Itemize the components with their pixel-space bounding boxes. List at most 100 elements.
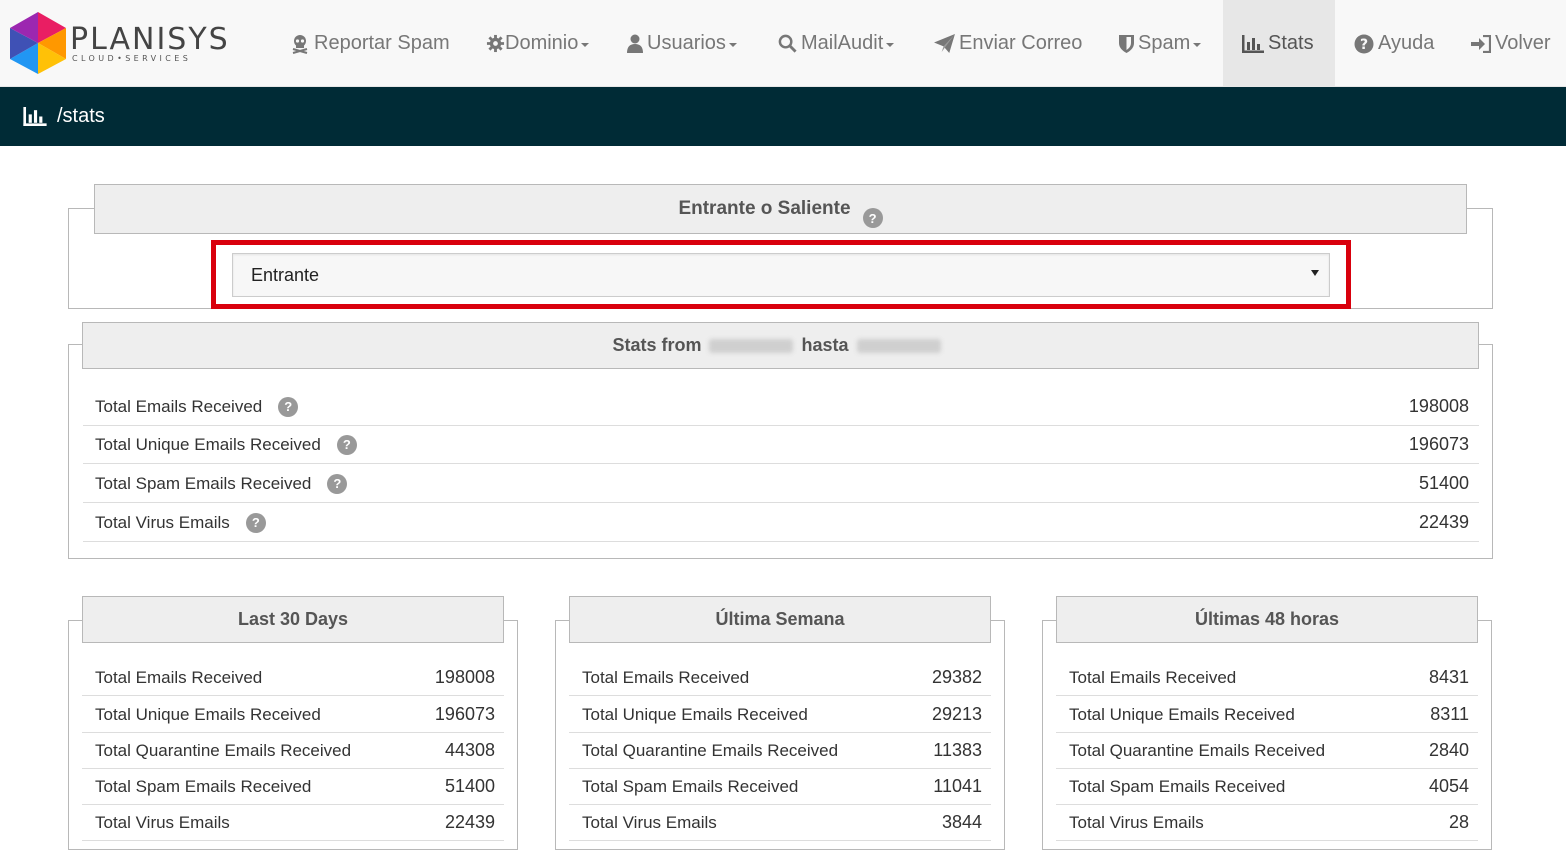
period-row-label: Total Emails Received (95, 667, 263, 687)
period-row-value: 2840 (1428, 740, 1469, 760)
skull-icon (290, 34, 310, 54)
caret-down-icon (886, 42, 895, 47)
direction-selected-value: Entrante (251, 264, 320, 285)
direction-title: Entrante o Saliente (678, 198, 851, 219)
stats-row-label: Total Virus Emails? (95, 512, 266, 533)
period-row-label: Total Quarantine Emails Received (1069, 740, 1326, 760)
period-row-label: Total Unique Emails Received (582, 704, 808, 724)
period-row-label: Total Unique Emails Received (95, 704, 321, 724)
redacted-end-date (856, 338, 941, 353)
bar-chart-icon (23, 107, 47, 126)
period-row-value: 51400 (444, 776, 495, 796)
stats-row-label-text: Total Virus Emails (95, 512, 230, 532)
period-row-label: Total Virus Emails (582, 812, 717, 832)
period-stats-row: Total Unique Emails Received 196073 (82, 697, 504, 733)
period-row-label: Total Spam Emails Received (582, 776, 799, 796)
stats-row-label-text: Total Spam Emails Received (95, 473, 312, 493)
period-row-label: Total Quarantine Emails Received (95, 740, 352, 760)
bar-chart-icon (1242, 34, 1264, 53)
period-row-value: 11383 (933, 740, 982, 760)
help-icon[interactable]: ? (862, 208, 883, 228)
nav-label: Ayuda (1378, 32, 1435, 54)
help-icon[interactable]: ? (245, 512, 266, 533)
send-icon (934, 34, 955, 53)
nav-label: Reportar Spam (314, 32, 450, 54)
stats-row-label: Total Emails Received? (95, 396, 299, 417)
period-row-label: Total Virus Emails (95, 812, 230, 832)
period-panel-header: Última Semana (569, 596, 991, 643)
nav-stats[interactable]: Stats (1223, 0, 1335, 87)
nav-spam[interactable]: Spam (1119, 0, 1202, 87)
sign-in-icon (1471, 34, 1491, 53)
question-icon: ? (1354, 34, 1374, 54)
nav-label: Usuarios (647, 32, 726, 54)
stats-from-label: Stats from (612, 335, 702, 355)
svg-text:?: ? (1360, 37, 1368, 53)
period-row-label: Total Unique Emails Received (1069, 704, 1295, 724)
period-stats-row: Total Emails Received 198008 (82, 660, 504, 696)
period-stats-row: Total Quarantine Emails Received 2840 (1056, 733, 1478, 769)
period-row-value: 28 (1448, 812, 1469, 832)
period-row-value: 44308 (444, 740, 495, 760)
hexagon-logo-icon (10, 12, 66, 74)
nav-label: Dominio (505, 32, 579, 54)
caret-down-icon (581, 42, 590, 47)
stats-row-label-text: Total Unique Emails Received (95, 434, 321, 454)
period-row-value: 29213 (931, 704, 982, 724)
period-stats-row: Total Virus Emails 28 (1056, 805, 1478, 841)
period-row-value: 3844 (941, 812, 982, 832)
nav-label: MailAudit (801, 32, 884, 54)
nav-label: Enviar Correo (959, 32, 1083, 54)
stats-row-label-text: Total Emails Received (95, 396, 263, 416)
period-stats-row: Total Virus Emails 3844 (569, 805, 991, 841)
shield-icon (1119, 34, 1134, 53)
period-row-value: 198008 (434, 667, 495, 687)
caret-down-icon (1193, 42, 1202, 47)
period-row-label: Total Spam Emails Received (95, 776, 312, 796)
period-stats-row: Total Spam Emails Received 51400 (82, 769, 504, 805)
period-title: Últimas 48 horas (1194, 609, 1340, 629)
period-stats-row: Total Spam Emails Received 4054 (1056, 769, 1478, 805)
help-icon[interactable]: ? (336, 434, 357, 455)
period-row-value: 196073 (434, 704, 495, 724)
planisys-logo[interactable]: PLANISYS CLOUD•SERVICES (10, 12, 228, 74)
nav-volver[interactable]: Volver (1471, 0, 1551, 87)
stats-row: Total Spam Emails Received? 51400 (83, 465, 1479, 503)
caret-down-icon (728, 42, 737, 47)
overall-stats-header: Stats from hasta (82, 322, 1479, 369)
period-row-label: Total Spam Emails Received (1069, 776, 1286, 796)
period-stats-row: Total Spam Emails Received 11041 (569, 769, 991, 805)
help-icon[interactable]: ? (278, 396, 299, 417)
period-stats-row: Total Quarantine Emails Received 11383 (569, 733, 991, 769)
brand-tagline: CLOUD•SERVICES (72, 54, 192, 63)
nav-reportar-spam[interactable]: Reportar Spam (290, 0, 450, 87)
help-icon[interactable]: ? (327, 473, 348, 494)
stats-row-value: 22439 (1418, 512, 1469, 532)
stats-row: Total Unique Emails Received? 196073 (83, 426, 1479, 464)
nav-enviar-correo[interactable]: Enviar Correo (934, 0, 1082, 87)
breadcrumb-path: /stats (57, 105, 105, 127)
stats-row-value: 198008 (1408, 396, 1469, 416)
direction-select[interactable]: Entrante (232, 253, 1330, 297)
user-icon (627, 34, 643, 53)
stats-row-value: 196073 (1408, 434, 1469, 454)
period-row-value: 11041 (933, 776, 982, 796)
nav-label: Spam (1138, 32, 1191, 54)
stats-row-value: 51400 (1418, 473, 1469, 493)
period-title: Última Semana (715, 609, 845, 629)
nav-mailaudit[interactable]: MailAudit (778, 0, 895, 87)
stats-row-label: Total Unique Emails Received? (95, 434, 357, 455)
nav-dominio[interactable]: Dominio (486, 0, 590, 87)
direction-panel-header: Entrante o Saliente ? (94, 184, 1467, 234)
period-panel-header: Últimas 48 horas (1056, 596, 1478, 643)
period-row-label: Total Virus Emails (1069, 812, 1204, 832)
brand-name: PLANISYS (70, 22, 230, 57)
period-stats-row: Total Quarantine Emails Received 44308 (82, 733, 504, 769)
nav-ayuda[interactable]: ? Ayuda (1354, 0, 1434, 87)
period-stats-row: Total Unique Emails Received 29213 (569, 697, 991, 733)
stats-row: Total Emails Received? 198008 (83, 388, 1479, 426)
period-row-value: 8431 (1428, 667, 1469, 687)
period-row-label: Total Quarantine Emails Received (582, 740, 839, 760)
stats-hasta-label: hasta (801, 335, 849, 355)
nav-usuarios[interactable]: Usuarios (627, 0, 737, 87)
